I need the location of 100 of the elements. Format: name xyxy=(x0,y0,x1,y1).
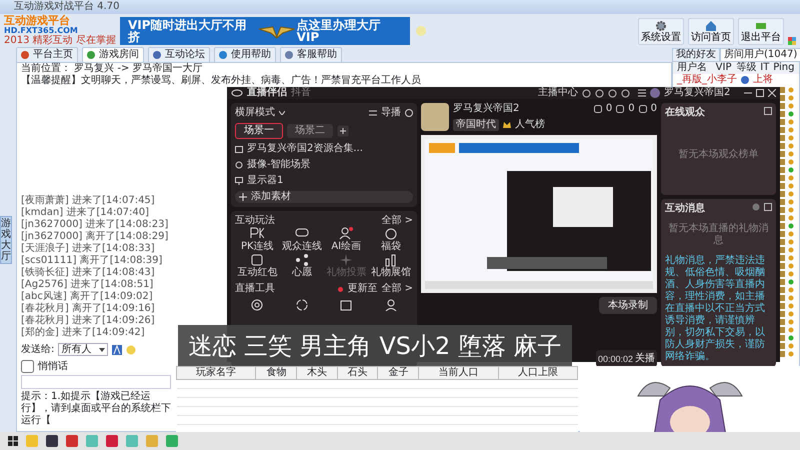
logo-slogan: 2013 精彩互动 尽在掌握 xyxy=(4,36,116,46)
add-source-button[interactable]: 添加素材 xyxy=(235,191,413,203)
scene-tab[interactable]: 场景二 xyxy=(287,124,333,138)
end-stream-button[interactable]: 关播 xyxy=(635,351,655,366)
message-input[interactable] xyxy=(21,375,171,389)
hint-text: 提示：1.如提示【游戏已经运行】，请到桌面或平台的系统栏下运行【 xyxy=(21,391,172,427)
tab-icon xyxy=(285,51,293,59)
feature-button[interactable]: PK连线 xyxy=(235,227,280,253)
vip-banner[interactable]: VIP随时进出大厅不用挤 点这里办理大厅VIP xyxy=(120,17,410,45)
subtitle-banner: 迷恋 三笑 男主角 VS小2 堕落 麻子 xyxy=(178,325,572,367)
mode-dropdown[interactable]: 横屏模式 xyxy=(235,107,285,119)
anchor-center-link[interactable]: 主播中心 xyxy=(538,87,578,99)
stat-icon xyxy=(594,105,602,113)
monitor-icon xyxy=(235,177,243,185)
streamer-tag: 人气榜 xyxy=(503,119,545,131)
font-style-icon[interactable] xyxy=(112,344,122,354)
bar-chart-icon xyxy=(384,253,398,267)
settings-icon[interactable] xyxy=(752,203,760,211)
tab[interactable]: 客服帮助 xyxy=(280,47,342,62)
chat-log-line: [铁骑长征] 进来了[14:08:43] xyxy=(21,267,155,278)
source-item[interactable]: 显示器1 xyxy=(235,175,413,187)
user-rank: 上将 xyxy=(753,74,773,86)
maximize-icon[interactable] xyxy=(756,89,764,97)
taskbar-app-icon[interactable] xyxy=(46,435,58,447)
circle-icon[interactable] xyxy=(582,88,591,98)
column-header: 玩家名字 xyxy=(176,366,256,380)
logo-text: 互动游戏平台 xyxy=(4,16,71,26)
stat-icon xyxy=(638,105,647,113)
tab[interactable]: 使用帮助 xyxy=(214,47,276,62)
app-name: 直播伴侣 xyxy=(247,87,287,99)
empty-text: 暂无本场观众榜单 xyxy=(678,149,758,161)
whisper-checkbox[interactable] xyxy=(21,360,34,373)
chat-log-line: [kmdan] 进来了[14:07:40] xyxy=(21,207,150,218)
add-icon[interactable] xyxy=(337,125,349,137)
nodes-icon xyxy=(294,253,309,267)
ring-icon[interactable] xyxy=(296,299,308,311)
checkbox-label[interactable]: 悄悄话 xyxy=(38,360,68,372)
feature-button[interactable]: 互动红包 xyxy=(235,253,280,279)
scene-tab[interactable]: 场景一 xyxy=(235,123,283,139)
stat-icon xyxy=(616,105,624,113)
column-header: 当前人口 xyxy=(418,366,498,380)
card-title: 互动消息 xyxy=(665,203,705,215)
record-button[interactable]: 本场录制 xyxy=(599,297,657,314)
streamer-tag: 帝国时代 xyxy=(453,119,499,131)
circle-icon[interactable] xyxy=(595,88,604,98)
banner-text: 点这里办理大厅VIP xyxy=(296,19,382,43)
stat-count: 0 xyxy=(628,103,635,115)
window-title: 互动游戏对战平台 4.70 xyxy=(14,1,120,13)
caret-icon xyxy=(99,348,106,352)
section-title: 直播工具 xyxy=(235,283,275,295)
chat-log-line: [天涯浪子] 进来了[14:08:33] xyxy=(21,243,155,254)
timer-text: 00:00:02 xyxy=(598,352,633,364)
tab[interactable]: 平台主页 xyxy=(16,47,78,62)
tab[interactable]: 互动论坛 xyxy=(148,47,210,62)
director-button[interactable]: 导播 xyxy=(369,107,401,119)
streamer-name: 罗马复兴帝国2 xyxy=(453,103,520,115)
tab[interactable]: 房间用户(1047) xyxy=(720,48,800,61)
chat-log-line: [scs01111] 离开了[14:08:39] xyxy=(21,255,162,266)
column-header: VIP xyxy=(716,62,732,74)
menu-icon[interactable] xyxy=(638,89,646,97)
circle-icon[interactable] xyxy=(608,88,617,98)
swap-icon xyxy=(369,109,377,117)
notice-text: 【温馨提醒】文明聊天，严禁谩骂、刷屏、发布外挂、病毒、广告！严禁冒充平台工作人员 xyxy=(21,75,422,86)
tab[interactable]: 我的好友 xyxy=(672,48,720,61)
source-item[interactable]: 摄像-智能场景 xyxy=(235,159,413,171)
chat-log-line: [春花秋月] 离开了[14:09:16] xyxy=(21,303,155,314)
feature-button[interactable]: AI绘画 xyxy=(324,227,368,253)
column-header: 用户名 xyxy=(677,62,708,74)
site-url: HD.FXT365.COM xyxy=(4,26,79,35)
more-link[interactable]: 全部 > xyxy=(381,283,413,295)
close-icon[interactable] xyxy=(768,89,776,97)
streamer-avatar xyxy=(421,103,449,131)
recipient-dropdown[interactable]: 所有人 xyxy=(58,343,108,356)
side-tab[interactable]: 游戏大厅 xyxy=(0,216,12,264)
toolbar-button[interactable]: 访问首页 xyxy=(688,18,734,44)
feature-button[interactable]: 观众连线 xyxy=(280,227,324,253)
platform-label: 抖音 xyxy=(291,87,311,99)
tab[interactable]: 游戏房间 xyxy=(82,47,144,62)
app-logo-icon xyxy=(231,89,243,97)
windows-logo-icon[interactable] xyxy=(8,436,18,446)
toolbar-button[interactable]: 系统设置 xyxy=(638,18,684,44)
toolbar-button[interactable]: 退出平台 xyxy=(738,18,784,44)
more-link[interactable]: 全部 > xyxy=(381,215,413,227)
person-icon[interactable] xyxy=(384,299,397,311)
feature-button[interactable]: 福袋 xyxy=(368,227,413,253)
popout-icon[interactable] xyxy=(764,203,772,211)
person-icon xyxy=(339,227,354,241)
update-label: 更新至 xyxy=(347,283,378,295)
source-item[interactable]: 罗马复兴帝国2资源合集... xyxy=(235,143,413,155)
popout-icon[interactable] xyxy=(764,107,772,115)
feature-button[interactable]: 心愿 xyxy=(280,253,324,279)
circle-icon[interactable] xyxy=(621,88,630,98)
window-icon xyxy=(235,145,243,153)
feature-button[interactable]: 礼物展馆 xyxy=(368,253,413,279)
empty-text: 暂无本场直播的礼物消息 xyxy=(668,223,770,247)
sparkle-icon xyxy=(339,253,354,267)
tab-icon xyxy=(219,51,227,59)
tab-icon xyxy=(87,51,95,59)
column-header: IT xyxy=(760,62,770,74)
vip-icon xyxy=(741,76,749,84)
